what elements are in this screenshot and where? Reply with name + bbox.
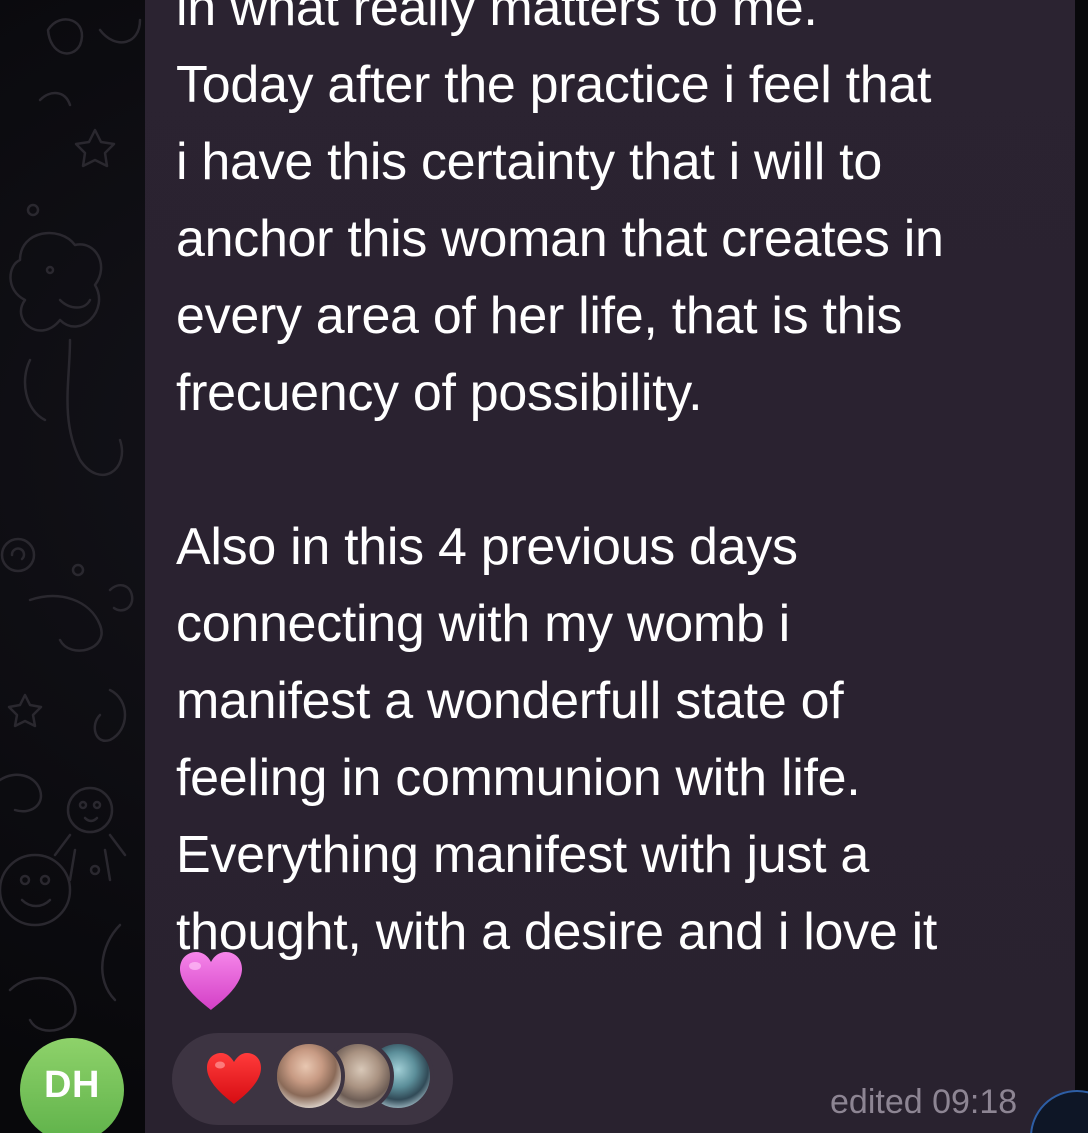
sender-initials: DH (44, 1063, 100, 1106)
message-line: anchor this woman that creates in (176, 210, 944, 268)
message-paragraph-gap (176, 432, 1056, 509)
message-line: thought, with a desire and i love it (176, 903, 937, 961)
message-text: in what really matters to me. Today afte… (176, 0, 1056, 971)
message-line: in what really matters to me. (176, 0, 818, 37)
message-line: every area of her life, that is this (176, 287, 903, 345)
message-line: manifest a wonderfull state of (176, 672, 844, 730)
red-heart-emoji[interactable] (204, 1048, 264, 1108)
reactor-avatar[interactable] (273, 1040, 345, 1112)
message-line: Today after the practice i feel that (176, 56, 932, 114)
message-status: edited 09:18 (830, 1083, 1018, 1121)
chat-screen: in what really matters to me. Today afte… (0, 0, 1088, 1133)
sender-avatar[interactable]: DH (20, 1038, 124, 1133)
message-line: connecting with my womb i (176, 595, 790, 653)
pink-heart-emoji (180, 952, 242, 1010)
message-line: i have this certainty that i will to (176, 133, 882, 191)
message-line: frecuency of possibility. (176, 364, 703, 422)
message-line: Everything manifest with just a (176, 826, 870, 884)
message-line: feeling in communion with life. (176, 749, 861, 807)
message-line: Also in this 4 previous days (176, 518, 798, 576)
